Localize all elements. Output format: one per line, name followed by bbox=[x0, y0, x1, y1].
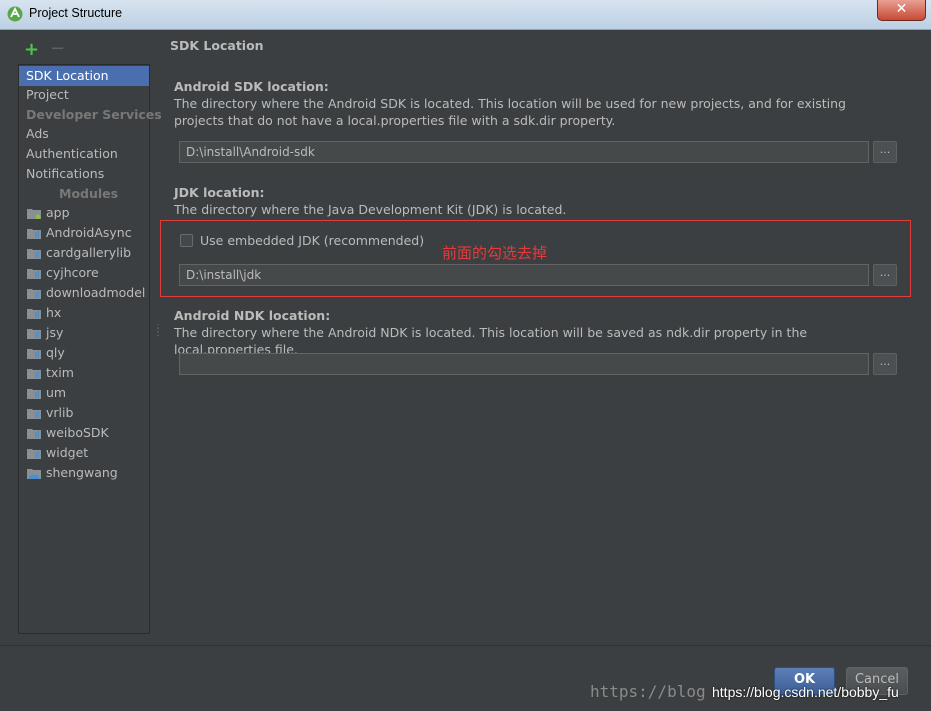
watermark-faint: https://blog bbox=[590, 682, 706, 701]
use-embedded-jdk-checkbox[interactable] bbox=[180, 234, 193, 247]
developer-services-header: Developer Services bbox=[26, 107, 162, 122]
library-module-icon bbox=[27, 389, 41, 399]
library-module-icon bbox=[27, 349, 41, 359]
module-item-shengwang[interactable]: shengwang bbox=[19, 463, 149, 483]
splitter-handle[interactable]: ⋮ ⋮ bbox=[153, 324, 163, 338]
library-module-icon bbox=[27, 429, 41, 439]
sidebar: SDK Location Project Developer Services … bbox=[18, 64, 162, 634]
android-sdk-path-field[interactable]: D:\install\Android-sdk bbox=[179, 141, 869, 163]
library-module-icon bbox=[27, 289, 41, 299]
sidebar-item-ads[interactable]: Ads bbox=[19, 124, 149, 144]
module-item-widget[interactable]: widget bbox=[19, 443, 149, 463]
android-ndk-path-field[interactable] bbox=[179, 353, 869, 375]
watermark-url: https://blog.csdn.net/bobby_fu bbox=[712, 684, 899, 700]
footer-divider bbox=[0, 645, 931, 646]
module-item-txim[interactable]: txim bbox=[19, 363, 149, 383]
library-module-icon bbox=[27, 409, 41, 419]
module-item-weibosdk[interactable]: weiboSDK bbox=[19, 423, 149, 443]
module-item-androidasync[interactable]: AndroidAsync bbox=[19, 223, 149, 243]
module-item-jsy[interactable]: jsy bbox=[19, 323, 149, 343]
android-sdk-browse-button[interactable]: ... bbox=[873, 141, 897, 163]
close-icon: ✕ bbox=[895, 1, 908, 17]
jdk-path-field[interactable]: D:\install\jdk bbox=[179, 264, 869, 286]
annotation-text: 前面的勾选去掉 bbox=[442, 244, 548, 262]
android-sdk-description: The directory where the Android SDK is l… bbox=[174, 96, 846, 128]
close-window-button[interactable]: ✕ bbox=[877, 0, 926, 21]
library-module-icon bbox=[27, 269, 41, 279]
remove-icon[interactable]: − bbox=[50, 38, 65, 59]
jdk-label: JDK location: bbox=[174, 185, 265, 200]
window-title-bar: Project Structure ✕ bbox=[0, 0, 931, 30]
sidebar-item-label: SDK Location bbox=[26, 68, 109, 83]
module-item-um[interactable]: um bbox=[19, 383, 149, 403]
module-item-vrlib[interactable]: vrlib bbox=[19, 403, 149, 423]
android-sdk-label: Android SDK location: bbox=[174, 79, 329, 94]
window-title: Project Structure bbox=[29, 6, 123, 20]
module-item-qly[interactable]: qly bbox=[19, 343, 149, 363]
app-module-icon bbox=[27, 209, 41, 219]
sidebar-item-sdk-location[interactable]: SDK Location bbox=[19, 66, 149, 86]
library-module-icon bbox=[27, 229, 41, 239]
sidebar-item-notifications[interactable]: Notifications bbox=[19, 164, 149, 184]
android-studio-icon bbox=[7, 6, 23, 22]
folder-module-icon bbox=[27, 469, 41, 479]
library-module-icon bbox=[27, 449, 41, 459]
add-icon[interactable]: + bbox=[24, 39, 39, 60]
use-embedded-jdk-label[interactable]: Use embedded JDK (recommended) bbox=[200, 233, 424, 248]
jdk-browse-button[interactable]: ... bbox=[873, 264, 897, 286]
sidebar-item-authentication[interactable]: Authentication bbox=[19, 144, 149, 164]
module-item-hx[interactable]: hx bbox=[19, 303, 149, 323]
jdk-description: The directory where the Java Development… bbox=[174, 202, 567, 217]
sidebar-item-label: Notifications bbox=[26, 166, 105, 181]
module-item-app[interactable]: app bbox=[19, 203, 149, 223]
sidebar-item-project[interactable]: Project bbox=[19, 85, 149, 105]
sidebar-item-label: Ads bbox=[26, 126, 49, 141]
modules-header: Modules bbox=[59, 186, 119, 201]
sidebar-item-label: Project bbox=[26, 87, 69, 102]
library-module-icon bbox=[27, 369, 41, 379]
sidebar-item-label: Authentication bbox=[26, 146, 118, 161]
module-item-cardgallerylib[interactable]: cardgallerylib bbox=[19, 243, 149, 263]
module-item-downloadmodel[interactable]: downloadmodel bbox=[19, 283, 149, 303]
android-ndk-browse-button[interactable]: ... bbox=[873, 353, 897, 375]
library-module-icon bbox=[27, 329, 41, 339]
page-title: SDK Location bbox=[170, 38, 264, 53]
library-module-icon bbox=[27, 309, 41, 319]
library-module-icon bbox=[27, 249, 41, 259]
module-item-cyjhcore[interactable]: cyjhcore bbox=[19, 263, 149, 283]
android-ndk-label: Android NDK location: bbox=[174, 308, 331, 323]
